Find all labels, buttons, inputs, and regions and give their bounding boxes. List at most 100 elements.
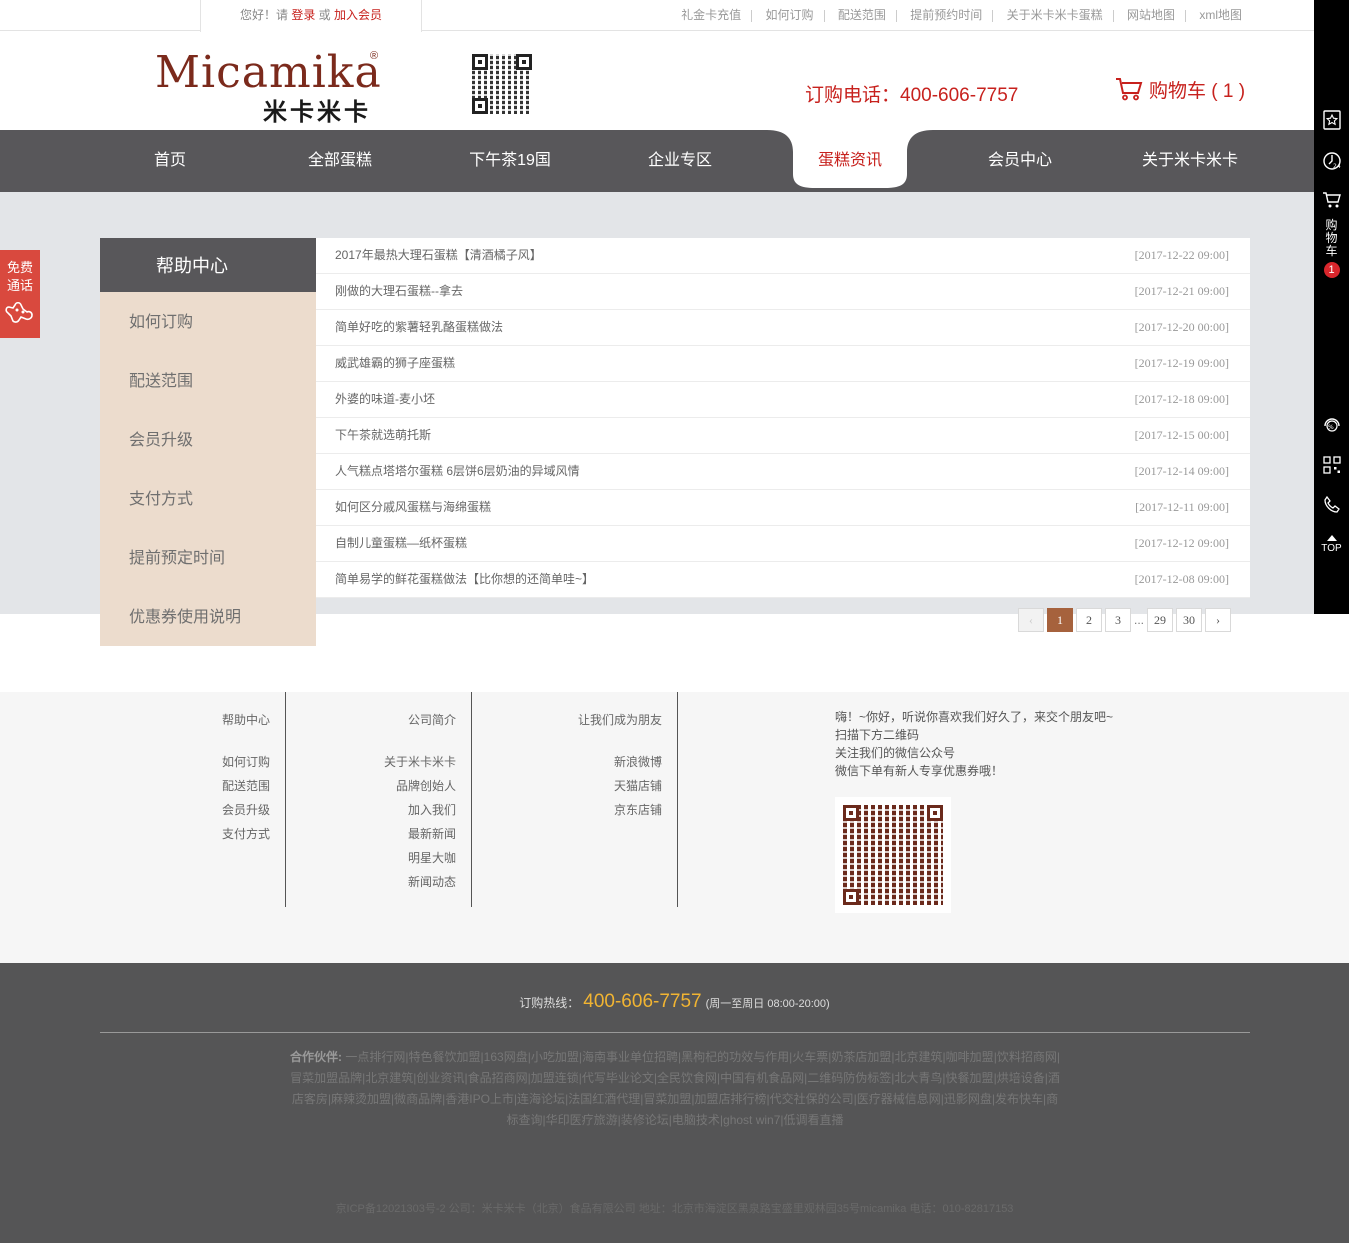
join-member-link[interactable]: 加入会员 [334, 8, 382, 22]
partner-link[interactable]: 微商品牌 [394, 1092, 442, 1106]
news-title[interactable]: 威武雄霸的狮子座蛋糕 [335, 356, 455, 370]
footer-link[interactable]: 明星大咖 [330, 850, 456, 874]
logo[interactable]: Micamika ® 米卡米卡 [155, 48, 385, 127]
side-cart[interactable]: 购 物 车 1 [1314, 219, 1349, 278]
nav-member-center[interactable]: 会员中心 [935, 130, 1105, 192]
top-link-how-to-order[interactable]: 如何订购 [766, 8, 814, 22]
side-cart-icon[interactable] [1322, 190, 1342, 210]
news-title[interactable]: 2017年最热大理石蛋糕【清酒橘子风】 [335, 248, 542, 262]
next-page-button[interactable]: › [1205, 608, 1231, 632]
page-3-button[interactable]: 3 [1105, 608, 1131, 632]
footer-link-weibo[interactable]: 新浪微博 [520, 754, 662, 778]
free-call-button[interactable]: 免费 通话 [0, 250, 40, 338]
partner-link[interactable]: 小吃加盟 [531, 1050, 579, 1064]
partner-link[interactable]: 代写毕业论文 [582, 1071, 654, 1085]
sidebar-item-member-upgrade[interactable]: 会员升级 [100, 412, 316, 471]
partner-link[interactable]: 电脑技术 [672, 1113, 720, 1127]
footer-link[interactable]: 最新新闻 [330, 826, 456, 850]
footer-link[interactable]: 会员升级 [170, 802, 270, 826]
partner-link[interactable]: 香港IPO上市 [445, 1092, 514, 1106]
sidebar-item-coupon[interactable]: 优惠券使用说明 [100, 589, 316, 648]
cart-button[interactable]: 购物车 ( 1 ) [1115, 76, 1245, 103]
login-link[interactable]: 登录 [291, 8, 315, 22]
partner-link[interactable]: 冒菜加盟 [643, 1092, 691, 1106]
page-30-button[interactable]: 30 [1176, 608, 1202, 632]
partner-link[interactable]: 二维码防伪标签 [807, 1071, 891, 1085]
partner-link[interactable]: 北京建筑 [895, 1050, 943, 1064]
partner-link[interactable]: ghost win7 [723, 1113, 780, 1127]
news-title[interactable]: 自制儿童蛋糕—纸杯蛋糕 [335, 536, 467, 550]
sidebar-item-payment[interactable]: 支付方式 [100, 471, 316, 530]
footer-link[interactable]: 关于米卡米卡 [330, 754, 456, 778]
partner-link[interactable]: 发布快车 [995, 1092, 1043, 1106]
partner-link[interactable]: 烘培设备 [997, 1071, 1045, 1085]
phone-icon[interactable] [1322, 495, 1342, 515]
partner-link[interactable]: 加盟连锁 [531, 1071, 579, 1085]
footer-link[interactable]: 加入我们 [330, 802, 456, 826]
partner-link[interactable]: 火车票 [792, 1050, 828, 1064]
top-link-about[interactable]: 关于米卡米卡蛋糕 [1007, 8, 1103, 22]
nav-afternoon-tea[interactable]: 下午茶19国 [425, 130, 595, 192]
partner-link[interactable]: 迅影网盘 [944, 1092, 992, 1106]
partner-link[interactable]: 一点排行网 [345, 1050, 405, 1064]
partner-link[interactable]: 医疗器械信息网 [857, 1092, 941, 1106]
news-title[interactable]: 简单易学的鲜花蛋糕做法【比你想的还简单哇~】 [335, 572, 594, 586]
partner-link[interactable]: 麻辣烫加盟 [331, 1092, 391, 1106]
top-link-gift-card[interactable]: 礼金卡充值 [681, 8, 741, 22]
partner-link[interactable]: 北京建筑 [365, 1071, 413, 1085]
partner-link[interactable]: 海南事业单位招聘 [582, 1050, 678, 1064]
partner-link[interactable]: 北大青鸟 [894, 1071, 942, 1085]
partner-link[interactable]: 食品招商网 [468, 1071, 528, 1085]
partner-link[interactable]: 特色餐饮加盟 [409, 1050, 481, 1064]
footer-link-tmall[interactable]: 天猫店铺 [520, 778, 662, 802]
partner-link[interactable]: 全民饮食网 [657, 1071, 717, 1085]
partner-link[interactable]: 创业资讯 [416, 1071, 464, 1085]
footer-link-jd[interactable]: 京东店铺 [520, 802, 662, 826]
top-link-reserve-time[interactable]: 提前预约时间 [910, 8, 982, 22]
top-link-delivery-area[interactable]: 配送范围 [838, 8, 886, 22]
news-title[interactable]: 下午茶就选萌托斯 [335, 428, 431, 442]
partner-link[interactable]: 装修论坛 [621, 1113, 669, 1127]
partner-link[interactable]: 冒菜加盟品牌 [290, 1071, 362, 1085]
page-1-button[interactable]: 1 [1047, 608, 1073, 632]
news-title[interactable]: 简单好吃的紫薯轻乳酪蛋糕做法 [335, 320, 503, 334]
page-2-button[interactable]: 2 [1076, 608, 1102, 632]
news-title[interactable]: 刚做的大理石蛋糕--拿去 [335, 284, 463, 298]
page-29-button[interactable]: 29 [1147, 608, 1173, 632]
top-link-xml-map[interactable]: xml地图 [1199, 8, 1242, 22]
partner-link[interactable]: 法国红酒代理 [568, 1092, 640, 1106]
nav-cake-news[interactable]: 蛋糕资讯 [765, 130, 935, 192]
partner-link[interactable]: 华印医疗旅游 [546, 1113, 618, 1127]
clock-24-icon[interactable]: 24 [1322, 151, 1342, 171]
discount-icon[interactable]: % [1322, 414, 1342, 434]
partner-link[interactable]: 饮料招商网 [997, 1050, 1057, 1064]
footer-link[interactable]: 如何订购 [170, 754, 270, 778]
footer-link[interactable]: 配送范围 [170, 778, 270, 802]
footer-link[interactable]: 新闻动态 [330, 874, 456, 898]
partner-link[interactable]: 163网盘 [484, 1050, 528, 1064]
nav-home[interactable]: 首页 [85, 130, 255, 192]
top-link-sitemap[interactable]: 网站地图 [1127, 8, 1175, 22]
news-title[interactable]: 如何区分戚风蛋糕与海绵蛋糕 [335, 500, 491, 514]
qr-code-icon[interactable] [1322, 455, 1342, 475]
partner-link[interactable]: 连海论坛 [517, 1092, 565, 1106]
nav-about[interactable]: 关于米卡米卡 [1105, 130, 1275, 192]
partner-link[interactable]: 快餐加盟 [946, 1071, 994, 1085]
sidebar-item-how-to-order[interactable]: 如何订购 [100, 294, 316, 353]
news-title[interactable]: 人气糕点塔塔尔蛋糕 6层饼6层奶油的异域风情 [335, 464, 580, 478]
partner-link[interactable]: 黑枸杞的功效与作用 [681, 1050, 789, 1064]
prev-page-button[interactable]: ‹ [1018, 608, 1044, 632]
partner-link[interactable]: 代交社保的公司 [770, 1092, 854, 1106]
sidebar-item-delivery-area[interactable]: 配送范围 [100, 353, 316, 412]
news-title[interactable]: 外婆的味道-麦小坯 [335, 392, 435, 406]
partner-link[interactable]: 奶茶店加盟 [831, 1050, 891, 1064]
footer-link[interactable]: 支付方式 [170, 826, 270, 850]
back-to-top-button[interactable]: TOP [1314, 534, 1349, 554]
nav-enterprise[interactable]: 企业专区 [595, 130, 765, 192]
partner-link[interactable]: 低调看直播 [784, 1113, 844, 1127]
sidebar-item-reserve-time[interactable]: 提前预定时间 [100, 530, 316, 589]
nav-all-cakes[interactable]: 全部蛋糕 [255, 130, 425, 192]
partner-link[interactable]: 中国有机食品网 [720, 1071, 804, 1085]
partner-link[interactable]: 加盟店排行榜 [694, 1092, 766, 1106]
partner-link[interactable]: 咖啡加盟 [946, 1050, 994, 1064]
